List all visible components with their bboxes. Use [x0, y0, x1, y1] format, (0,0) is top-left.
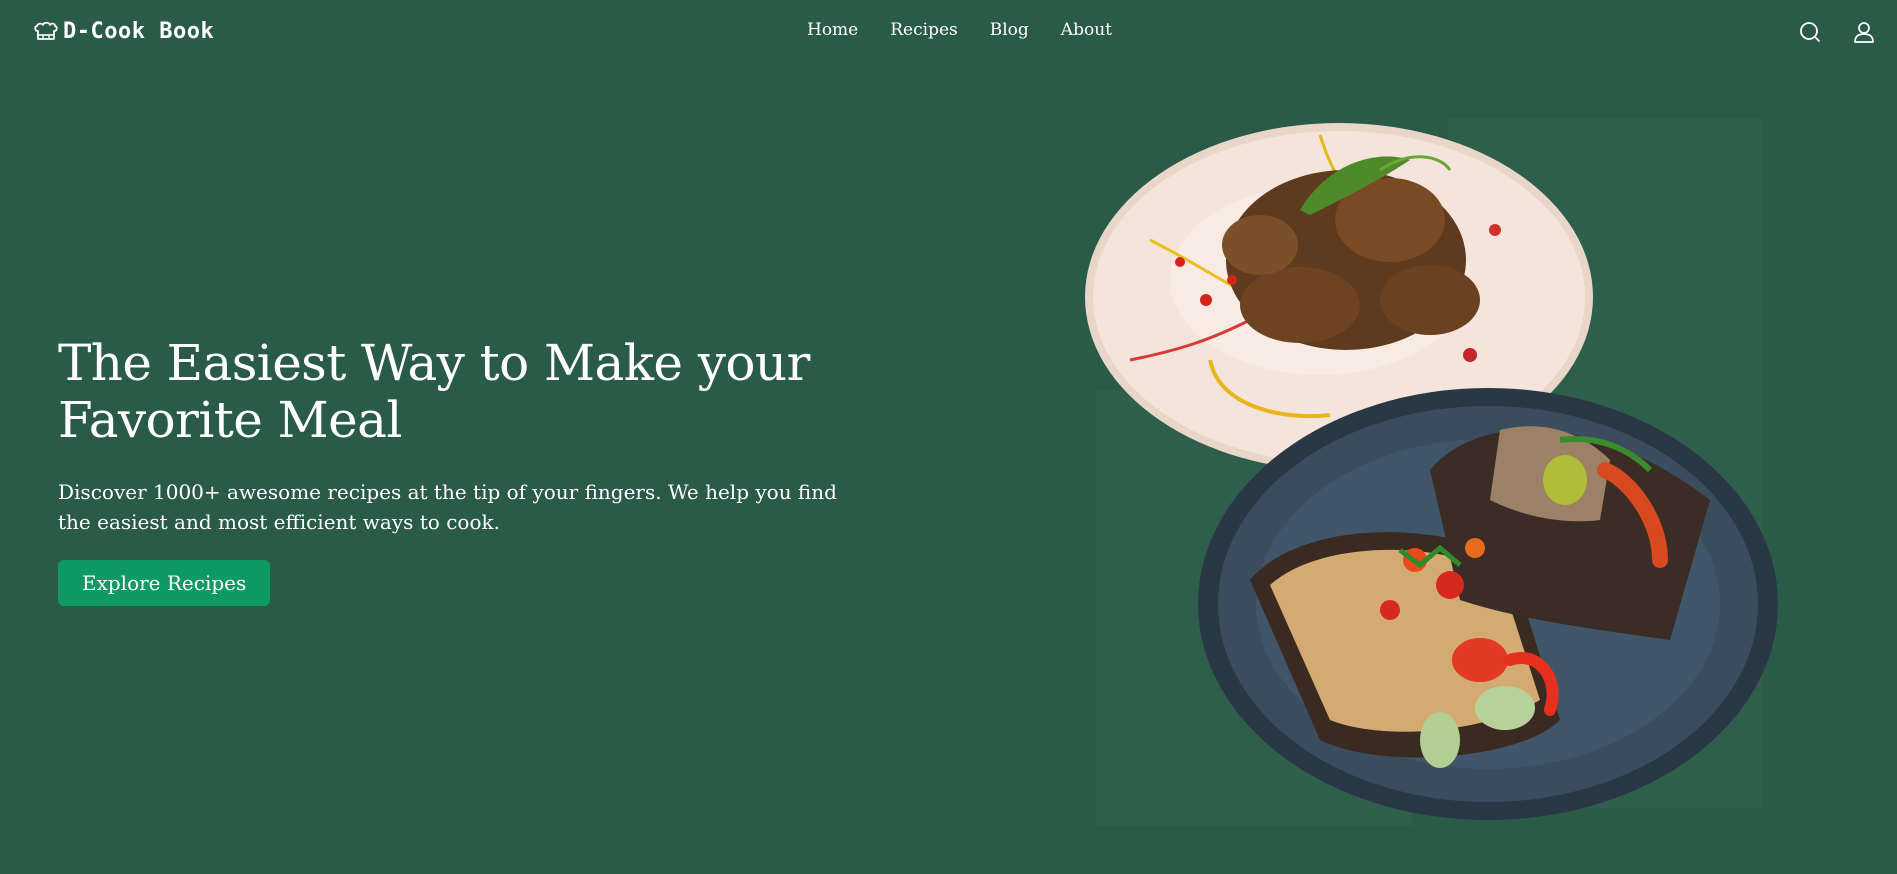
search-icon[interactable] — [1797, 19, 1823, 45]
explore-recipes-button[interactable]: Explore Recipes — [58, 560, 271, 606]
top-plate — [1085, 123, 1593, 471]
hero-title-line2: Favorite Meal — [58, 391, 402, 449]
brand-logo[interactable]: D-Cook Book — [33, 19, 214, 44]
hero-section: The Easiest Way to Make your Favorite Me… — [58, 335, 858, 606]
header-actions — [1797, 19, 1877, 45]
hero-title-line1: The Easiest Way to Make your — [58, 334, 810, 392]
main-nav: Home Recipes Blog About — [807, 20, 1112, 40]
hero-description: Discover 1000+ awesome recipes at the ti… — [58, 480, 837, 534]
nav-home[interactable]: Home — [807, 20, 858, 40]
nav-blog[interactable]: Blog — [990, 20, 1029, 40]
site-header: D-Cook Book Home Recipes Blog About — [0, 0, 1897, 66]
chef-hat-icon — [34, 21, 58, 40]
hero-title: The Easiest Way to Make your Favorite Me… — [58, 335, 858, 449]
nav-recipes[interactable]: Recipes — [890, 20, 958, 40]
brand-name: D-Cook Book — [63, 19, 215, 44]
user-icon[interactable] — [1851, 19, 1877, 45]
nav-about[interactable]: About — [1061, 20, 1112, 40]
bottom-plate — [1198, 388, 1778, 820]
